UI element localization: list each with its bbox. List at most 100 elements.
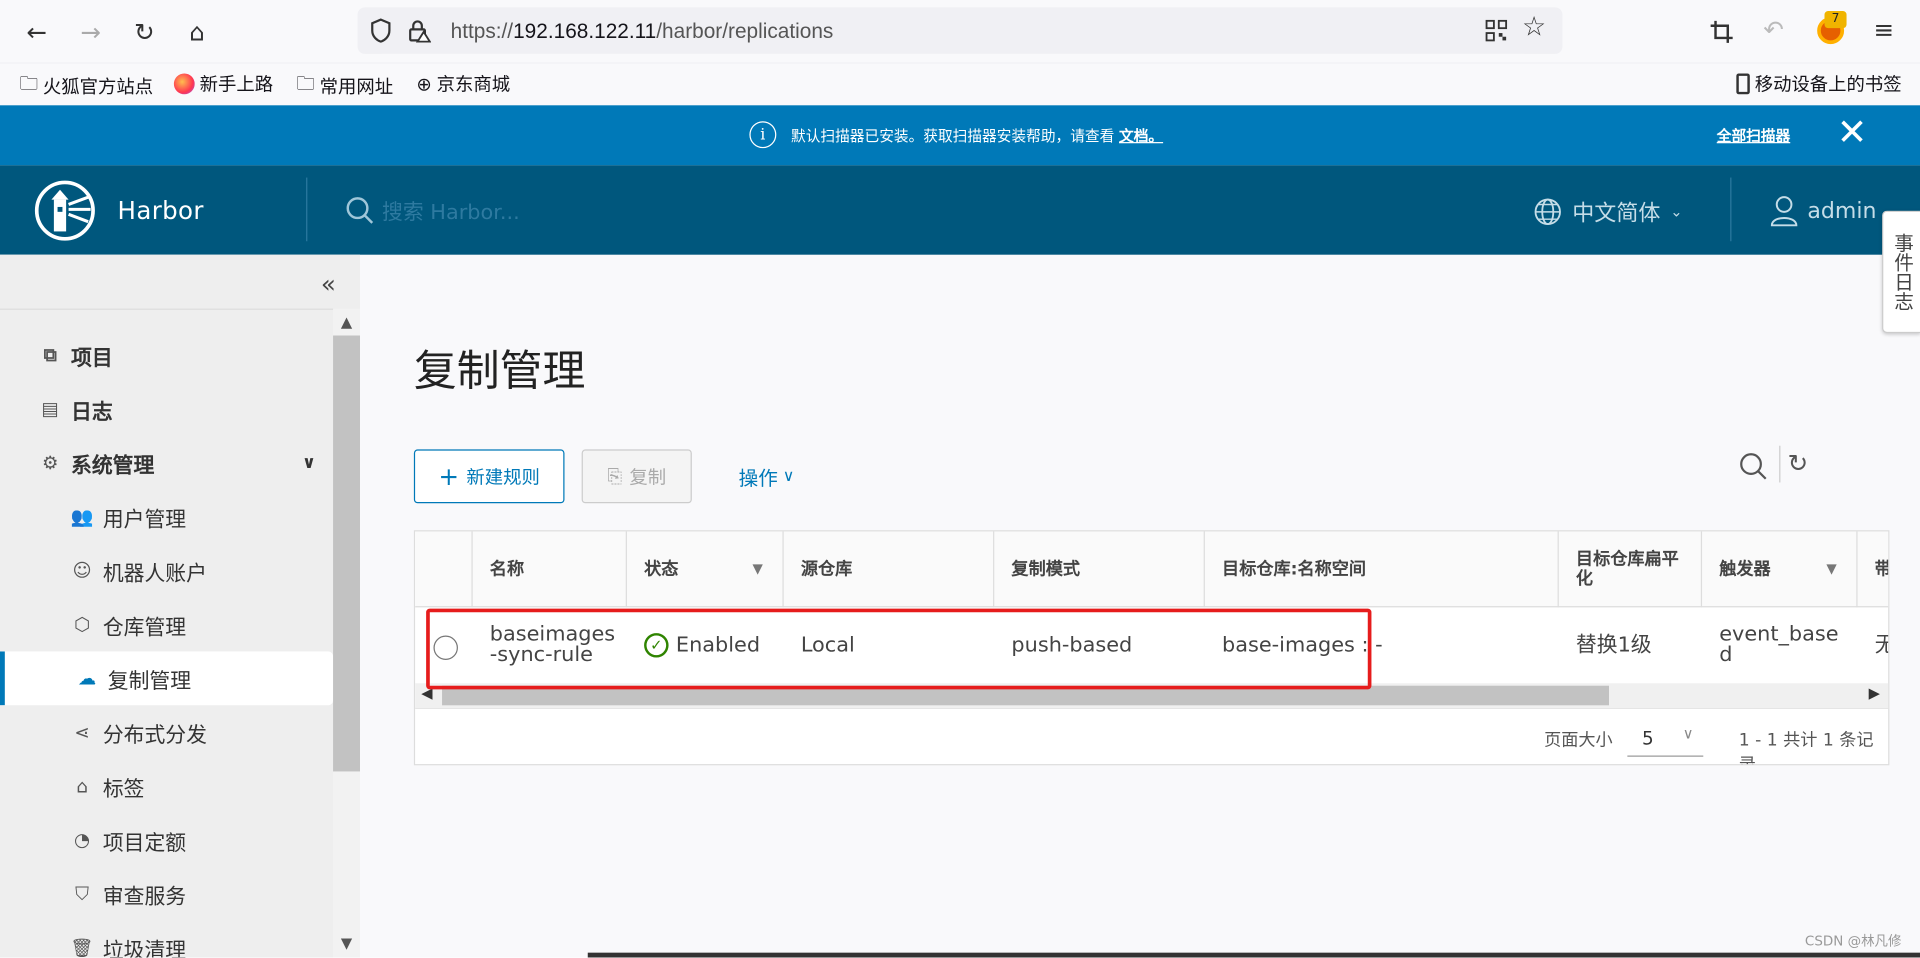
page-size-select[interactable]: 5 ∨ [1627,718,1704,757]
sidebar-item-distributions[interactable]: ⋖ 分布式分发 [0,705,333,759]
quota-icon: ◔ [74,828,91,852]
chevron-down-icon: ∨ [1682,724,1694,743]
lock-warning-icon[interactable] [407,18,432,43]
operations-dropdown[interactable]: 操作 ∨ [730,449,803,503]
row-select-radio[interactable] [433,635,458,661]
sidebar-item-registries[interactable]: ⬡ 仓库管理 [0,598,333,652]
close-icon[interactable]: ✕ [1837,114,1868,152]
column-header-status[interactable]: 状态 ▼ [625,531,783,608]
divider [1730,177,1732,242]
banner-doc-link[interactable]: 文档。 [1119,127,1163,144]
banner-message: 默认扫描器已安装。获取扫描器安装帮助，请查看 [791,126,1115,144]
filter-icon[interactable]: ▼ [1826,560,1836,580]
divider [415,707,1889,709]
sidebar-item-logs[interactable]: ▤ 日志 [0,382,333,436]
notification-badge: 7 [1824,11,1847,29]
back-icon[interactable]: ← [20,15,54,49]
watermark: CSDN @林凡修 [1804,933,1902,949]
column-header-mode[interactable]: 复制模式 [993,531,1204,608]
brand[interactable]: Harbor [34,180,204,241]
url-bar[interactable]: https://192.168.122.11/harbor/replicatio… [357,7,1563,54]
cell-destination: base-images : - [1222,632,1383,657]
scroll-down-icon[interactable]: ▼ [333,934,360,951]
pagination-info: 1 - 1 共计 1 条记录 [1738,731,1874,764]
scroll-left-icon[interactable]: ◀ [421,684,432,701]
qr-code-icon[interactable] [1485,19,1508,42]
username: admin [1807,197,1877,224]
brand-name: Harbor [117,195,204,226]
cell-source: Local [800,632,855,657]
page-size-label: 页面大小 [1544,731,1613,751]
sidebar-item-gc[interactable]: 🗑 垃圾清理 [0,921,333,958]
copy-button[interactable]: ⎘ 复制 [581,449,692,504]
search-input[interactable]: 搜索 Harbor... [382,195,520,225]
sidebar-item-quotas[interactable]: ◔ 项目定额 [0,813,333,867]
collapse-sidebar-icon[interactable]: « [321,269,336,298]
filter-icon[interactable]: ▼ [752,560,762,580]
table-horizontal-scrollbar[interactable]: ◀ ▶ [415,683,1889,708]
language-label: 中文简体 [1572,200,1661,227]
event-log-tab[interactable]: 事件日志 [1882,210,1920,334]
search-icon[interactable] [1739,452,1768,481]
all-scanners-link[interactable]: 全部扫描器 [1717,125,1790,146]
global-search[interactable]: 搜索 Harbor... [345,195,520,225]
reload-icon[interactable]: ↻ [127,15,161,49]
sidebar-item-users[interactable]: 👥 用户管理 [0,490,333,544]
mobile-icon [1736,73,1750,95]
bookmarks-bar: 🗀 火狐官方站点 新手上路 🗀 常用网址 ⊕ 京东商城 移动设备上的书签 [0,63,1920,106]
home-icon[interactable]: ⌂ [180,15,214,49]
bookmark-item[interactable]: 🗀 常用网址 [296,71,393,102]
scroll-up-icon[interactable]: ▲ [333,313,360,330]
sidebar-item-interrogation[interactable]: ⛉ 审查服务 [0,867,333,921]
star-bookmark-icon[interactable]: ☆ [1522,12,1546,43]
search-icon [346,196,374,224]
cell-name: baseimages -sync-rule [489,622,616,668]
new-rule-button[interactable]: + 新建规则 [413,449,565,504]
divider [306,177,308,242]
replication-icon: ☁ [77,667,97,690]
language-selector[interactable]: 中文简体 ⌄ [1533,196,1683,228]
sidebar-item-admin[interactable]: ⚙ 系统管理 ∨ [0,436,333,490]
scrollbar-thumb[interactable] [442,685,1609,706]
sidebar-item-projects[interactable]: ⧉ 项目 [0,328,333,382]
column-header-bandwidth[interactable]: 带 [1856,531,1888,608]
chevron-down-icon: ∨ [301,453,316,473]
folder-icon: 🗀 [296,72,315,95]
column-header-source[interactable]: 源仓库 [782,531,993,608]
refresh-icon[interactable]: ↻ [1788,448,1809,477]
column-header-trigger[interactable]: 触发器 ▼ [1700,531,1857,608]
forward-icon[interactable]: → [73,15,107,49]
crop-icon[interactable] [1709,20,1733,44]
logs-icon: ▤ [41,397,59,421]
app-header: Harbor 搜索 Harbor... 中文简体 ⌄ admin ⌄ [0,165,1920,255]
sidebar-item-robots[interactable]: ☺ 机器人账户 [0,544,333,598]
shield-icon[interactable] [370,18,392,43]
undo-icon[interactable]: ↶ [1763,15,1784,44]
sidebar-item-labels[interactable]: ⌂ 标签 [0,759,333,813]
admin-icon: ⚙ [41,451,59,474]
folder-icon: 🗀 [19,72,38,95]
bookmark-item[interactable]: ⊕ 京东商城 [416,71,510,97]
divider [1779,445,1781,483]
column-header-flatten[interactable]: 目标仓库扁平化 [1557,531,1701,608]
cell-bandwidth: 无 [1858,607,1888,683]
cell-status: ✓ Enabled [627,607,784,683]
bookmark-item[interactable]: 新手上路 [173,71,273,97]
check-circle-icon: ✓ [644,633,669,658]
menu-icon[interactable]: ≡ [1873,15,1894,44]
sidebar-item-replications[interactable]: ☁ 复制管理 [0,651,334,706]
globe-icon: ⊕ [416,72,432,95]
mobile-bookmarks[interactable]: 移动设备上的书签 [1736,71,1902,97]
users-icon: 👥 [70,505,94,528]
plus-icon: + [438,461,460,492]
window-edge [587,952,1920,958]
sidebar-scrollbar-thumb[interactable] [333,335,361,772]
column-header-name[interactable]: 名称 [471,531,625,608]
harbor-logo-icon [34,180,95,241]
bookmark-item[interactable]: 🗀 火狐官方站点 [20,71,154,102]
user-menu[interactable]: admin ⌄ [1770,195,1899,227]
column-header-destination[interactable]: 目标仓库:名称空间 [1203,531,1558,608]
tag-icon: ⌂ [76,775,88,798]
scroll-right-icon[interactable]: ▶ [1869,684,1880,701]
projects-icon: ⧉ [43,344,57,367]
